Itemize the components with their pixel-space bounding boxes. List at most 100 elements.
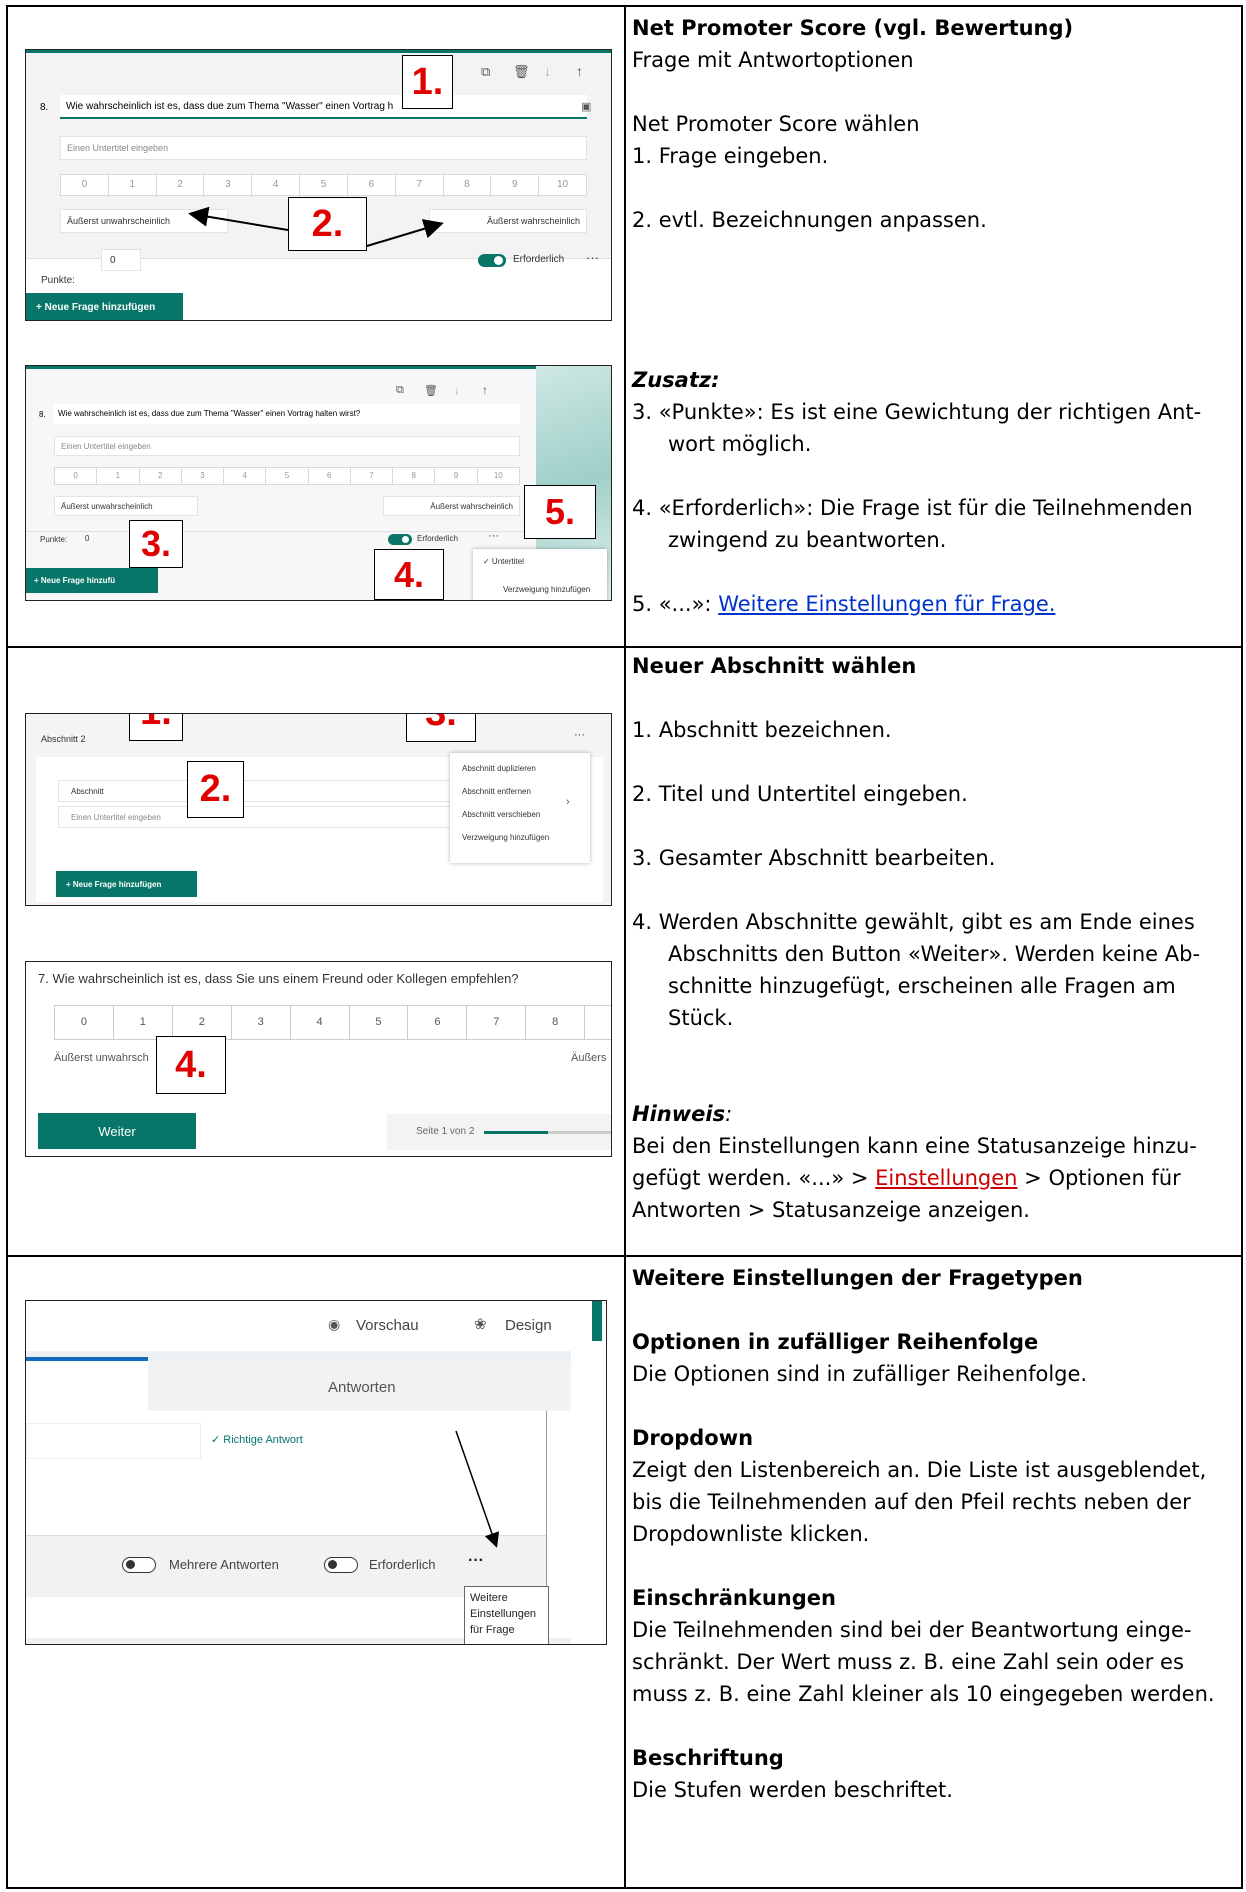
row3-h-dropdown: Dropdown [632, 1426, 754, 1450]
screenshot-more-settings: ◉ Vorschau ❀ Design Antworten ✓ Richtige… [25, 1300, 607, 1645]
row2-step4d: Stück. [668, 1006, 734, 1030]
row2-hinweis: Hinweis [632, 1102, 726, 1126]
row1-title: Net Promoter Score (vgl. Bewertung) [632, 16, 1074, 40]
row2-step2: 2. Titel und Untertitel eingeben. [632, 782, 968, 806]
row1-step5-prefix: 5. «...»: [632, 592, 719, 616]
row3-t-label: Die Stufen werden beschriftet. [632, 1778, 953, 1802]
row1-text: Net Promoter Score (vgl. Bewertung) Frag… [632, 12, 1222, 620]
screenshot-section: Abschnitt 2 ··· Abschnitt Einen Untertit… [25, 713, 612, 906]
next-button[interactable]: Weiter [38, 1113, 196, 1149]
required-label: Erforderlich [417, 534, 458, 543]
section-menu-item[interactable]: Abschnitt verschieben [462, 810, 540, 819]
screenshot-next-button: 7. Wie wahrscheinlich ist es, dass Sie u… [25, 961, 612, 1157]
row-divider-2 [8, 1255, 1241, 1257]
screenshot-nps-settings: ⧉ 🗑 ↓ ↑ 8. Wie wahrscheinlich ist es, da… [25, 365, 612, 601]
nps-scale: 0 1 2 3 4 5 6 7 8 9 10 [54, 467, 520, 485]
row-divider-1 [8, 646, 1241, 648]
row3-h-label: Beschriftung [632, 1746, 784, 1770]
more-options-menu: ✓ Untertitel Verzweigung hinzufügen [473, 549, 607, 600]
callout-2: 2. [187, 761, 244, 818]
high-label: Äußers [571, 1052, 607, 1064]
row1-step5-link[interactable]: Weitere Einstellungen für Frage. [718, 592, 1055, 616]
scale-option[interactable]: 10 [477, 467, 520, 485]
required-toggle[interactable] [388, 534, 412, 545]
row2-hint1: Bei den Einstellungen kann eine Statusan… [632, 1134, 1197, 1158]
question-number: 8. [39, 410, 46, 419]
row3-t-dropdown2: bis die Teilnehmenden auf den Pfeil rech… [632, 1490, 1191, 1514]
subtitle-input[interactable]: Einen Untertitel eingeben [54, 436, 520, 456]
scale-option[interactable]: 5 [266, 467, 309, 485]
row3-text: Weitere Einstellungen der Fragetypen Opt… [632, 1262, 1222, 1806]
section-menu-item[interactable]: Abschnitt entfernen [462, 787, 531, 796]
row3-t-restrict1: Die Teilnehmenden sind bei der Beantwort… [632, 1618, 1192, 1642]
row3-t-restrict3: muss z. B. eine Zahl kleiner als 10 eing… [632, 1682, 1215, 1706]
scale-option[interactable]: 2 [139, 467, 182, 485]
row2-step3: 3. Gesamter Abschnitt bearbeiten. [632, 846, 996, 870]
scale-option[interactable]: 7 [467, 1005, 527, 1040]
callout-3: 3. [129, 520, 183, 568]
callout-4: 4. [374, 549, 444, 600]
scale-option[interactable]: 0 [54, 467, 98, 485]
nps-scale: 0123456789 [54, 1005, 611, 1040]
move-up-icon[interactable]: ↑ [482, 383, 488, 397]
row2-text: Neuer Abschnitt wählen 1. Abschnitt beze… [632, 650, 1222, 1226]
scale-option[interactable]: 8 [393, 467, 436, 485]
callout-arrows [188, 206, 444, 247]
section-more-icon[interactable]: ··· [574, 729, 585, 741]
scale-option[interactable]: 7 [350, 467, 394, 485]
question-input[interactable]: Wie wahrscheinlich ist es, dass due zum … [54, 404, 520, 424]
menu-item-subtitle[interactable]: ✓ Untertitel [483, 557, 524, 566]
scale-option[interactable]: 4 [290, 1005, 350, 1040]
callout-3: 3. [406, 714, 476, 742]
low-label-input[interactable]: Äußerst unwahrscheinlich [54, 496, 198, 516]
row1-step1: 1. Frage eingeben. [632, 144, 829, 168]
row3-t-dropdown1: Zeigt den Listenbereich an. Die Liste is… [632, 1458, 1207, 1482]
row1-step2: 2. evtl. Bezeichnungen anpassen. [632, 208, 987, 232]
points-input[interactable]: 0 [85, 534, 89, 543]
row2-step1: 1. Abschnitt bezeichnen. [632, 718, 892, 742]
row1-choose: Net Promoter Score wählen [632, 112, 920, 136]
scale-option[interactable]: 6 [408, 1005, 468, 1040]
section-menu-item[interactable]: Abschnitt duplizieren [462, 764, 536, 773]
menu-item-branch[interactable]: Verzweigung hinzufügen [503, 585, 590, 594]
chevron-right-icon: › [566, 796, 570, 808]
add-question-button[interactable]: + Neue Frage hinzufü [26, 568, 158, 593]
add-question-button[interactable]: + Neue Frage hinzufügen [56, 871, 197, 897]
scale-option[interactable]: 1 [97, 467, 140, 485]
row1-step3a: 3. «Punkte»: Es ist eine Gewichtung der … [632, 400, 1202, 424]
copy-icon[interactable]: ⧉ [396, 384, 404, 397]
low-label: Äußerst unwahrsch [54, 1052, 149, 1064]
page-indicator: Seite 1 von 2 [416, 1126, 475, 1137]
scale-option[interactable]: 2 [172, 1005, 232, 1040]
row2-hinweis-colon: : [725, 1102, 733, 1126]
scale-option[interactable]: 3 [181, 467, 225, 485]
scale-option[interactable]: 0 [54, 1005, 114, 1040]
progress-fill [484, 1131, 548, 1134]
row2-step4b: Abschnitts den Button «Weiter». Werden k… [668, 942, 1201, 966]
pointer-arrow [455, 1430, 500, 1548]
scale-option[interactable]: 6 [308, 467, 351, 485]
scale-option[interactable]: 5 [349, 1005, 409, 1040]
scale-option[interactable]: 4 [224, 467, 267, 485]
more-options-icon[interactable]: ··· [488, 530, 499, 542]
row2-title: Neuer Abschnitt wählen [632, 654, 917, 678]
question-text: 7. Wie wahrscheinlich ist es, dass Sie u… [38, 971, 519, 986]
row3-t-restrict2: schränkt. Der Wert muss z. B. eine Zahl … [632, 1650, 1184, 1674]
section-menu-item[interactable]: Verzweigung hinzufügen [462, 833, 549, 842]
move-down-icon[interactable]: ↓ [454, 383, 460, 397]
scale-option[interactable]: 3 [231, 1005, 291, 1040]
row1-step4b: zwingend zu beantworten. [668, 528, 947, 552]
scale-option[interactable]: 9 [435, 467, 478, 485]
row2-hint2-prefix: gefügt werden. «...» > [632, 1166, 876, 1190]
delete-icon[interactable]: 🗑 [424, 384, 438, 397]
high-label-input[interactable]: Äußerst wahrscheinlich [383, 496, 520, 516]
section-menu: Abschnitt duplizieren Abschnitt entfernen… [450, 753, 590, 863]
scale-option[interactable]: 1 [113, 1005, 173, 1040]
row2-settings-link[interactable]: Einstellungen [875, 1166, 1017, 1190]
column-divider [624, 7, 626, 1887]
scale-option[interactable]: 8 [526, 1005, 586, 1040]
row1-step3b: wort möglich. [668, 432, 812, 456]
screenshot-nps-question: ⧉ 🗑 ↓ ↑ 8. Wie wahrscheinlich ist es, da… [25, 49, 612, 321]
row3-h-restrict: Einschränkungen [632, 1586, 836, 1610]
scale-option[interactable]: 9 [585, 1005, 611, 1040]
